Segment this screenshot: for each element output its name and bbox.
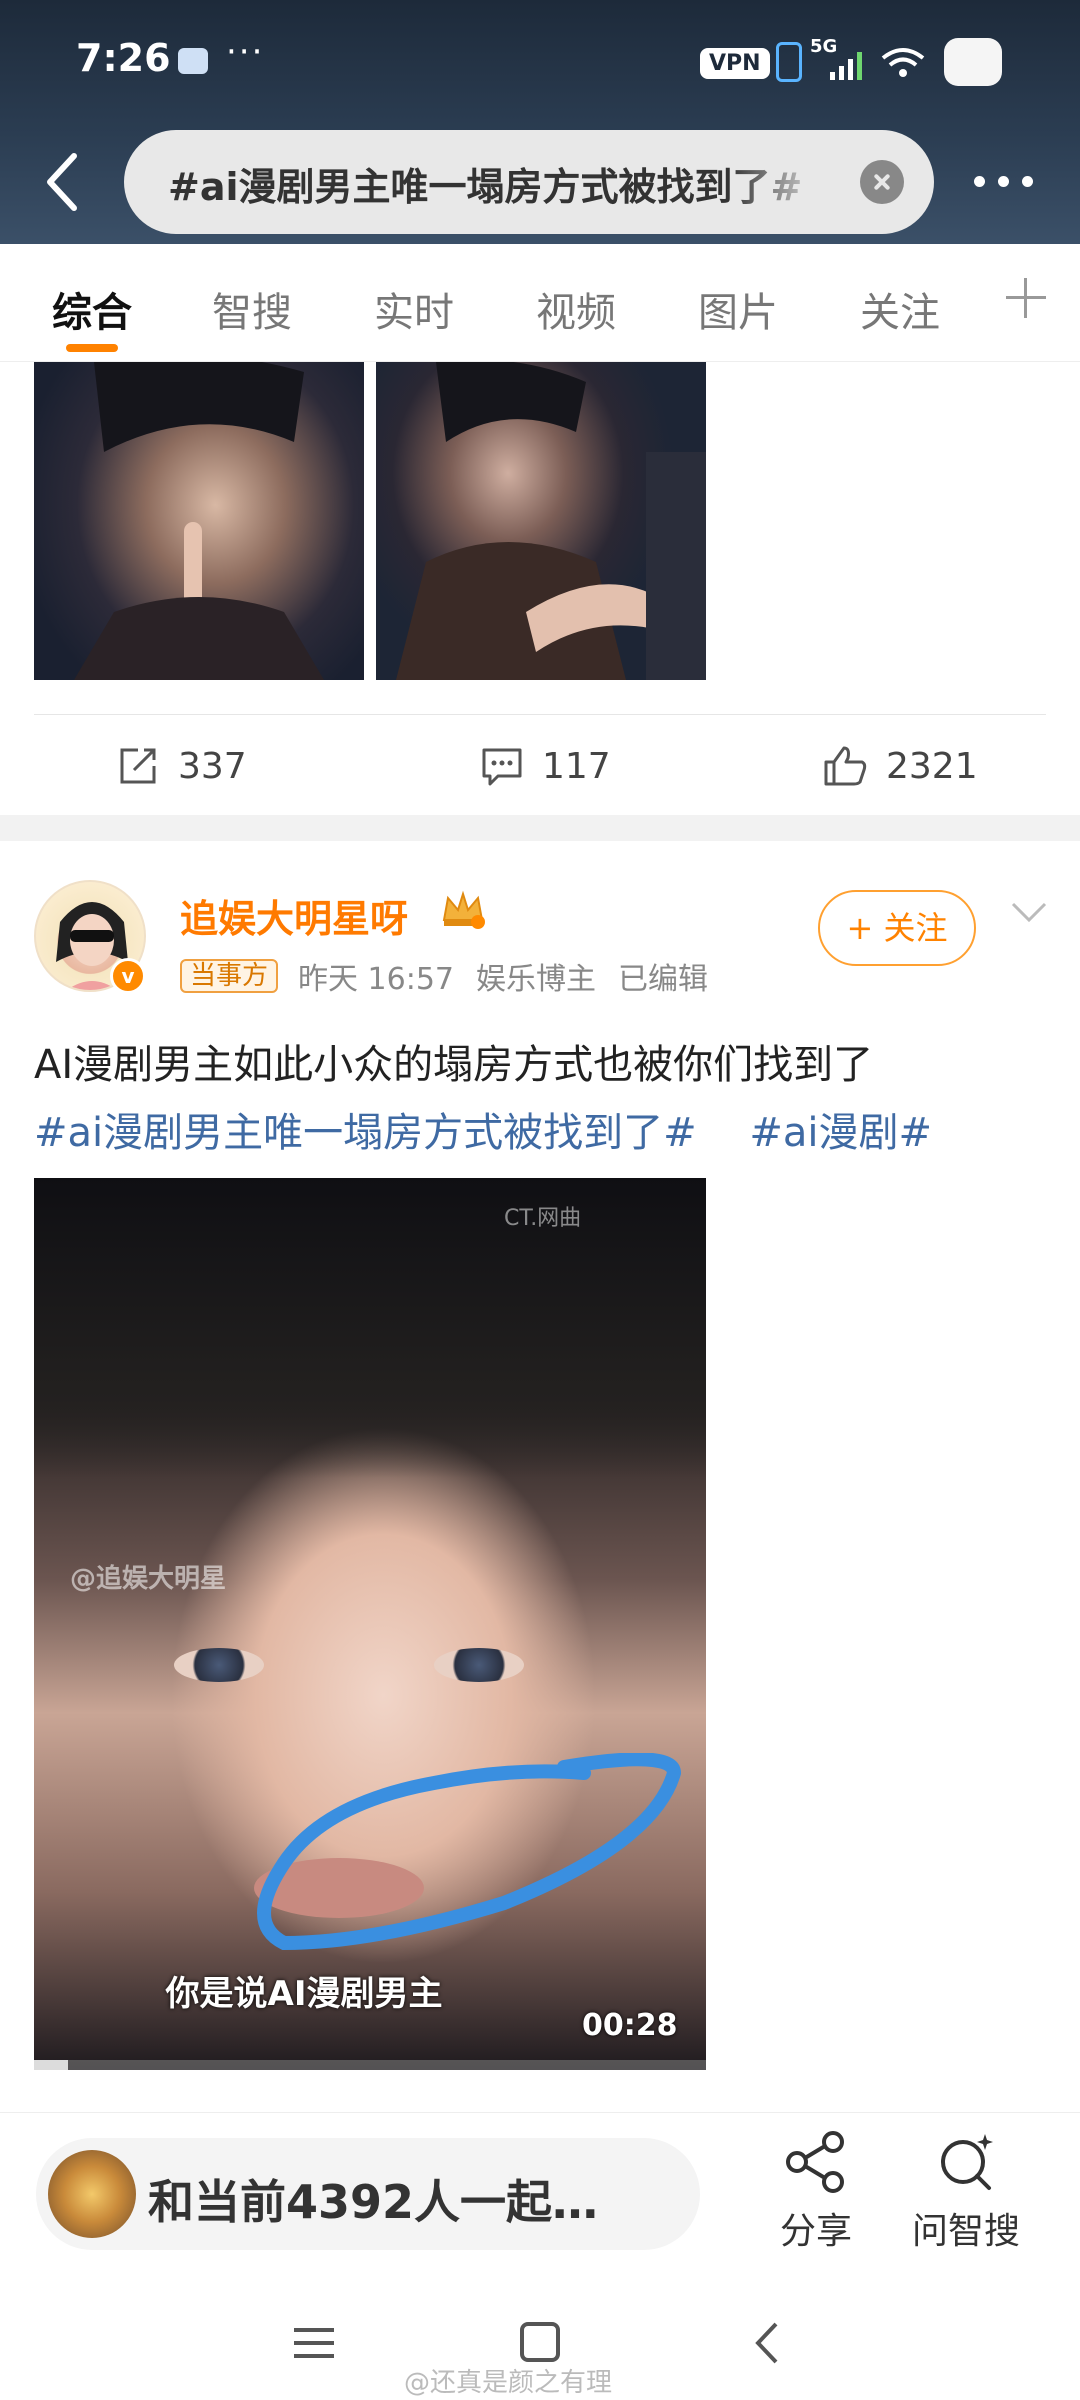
- share-button[interactable]: 分享: [736, 2130, 896, 2254]
- post-time: 昨天 16:57: [298, 962, 455, 997]
- video-watermark: CT.网曲: [504, 1206, 582, 1231]
- author-role: 娱乐博主: [476, 962, 597, 997]
- tab-pictures[interactable]: 图片: [698, 280, 778, 338]
- repost-button[interactable]: 337: [116, 741, 247, 791]
- post-text: AI漫剧男主如此小众的塌房方式也被你们找到了: [34, 1042, 874, 1088]
- video-frame-eye: [434, 1648, 524, 1682]
- edited-label: 已编辑: [618, 962, 709, 997]
- live-avatar: [48, 2150, 136, 2238]
- post-actions: 337 117 2321: [0, 715, 1080, 815]
- party-badge: 当事方: [180, 959, 279, 993]
- like-count: 2321: [886, 745, 978, 787]
- page-watermark: @还真是颜之有理: [404, 2368, 613, 2398]
- share-icon: [786, 2131, 844, 2193]
- tab-following[interactable]: 关注: [860, 280, 940, 338]
- hashtag-list: #ai漫剧男主唯一塌房方式被找到了# #ai漫剧#: [34, 1100, 972, 1158]
- status-time: 7:26: [76, 36, 171, 80]
- clear-search-icon[interactable]: [860, 160, 904, 204]
- tab-realtime[interactable]: 实时: [374, 280, 454, 338]
- search-query: #ai漫剧男主唯一塌房方式被找到了#: [168, 165, 803, 209]
- follow-button[interactable]: + 关注: [818, 890, 976, 966]
- phone-icon: [776, 42, 802, 82]
- like-button[interactable]: 2321: [822, 741, 978, 791]
- video-player[interactable]: CT.网曲 @追娱大明星 你是说AI漫剧男主 00:28: [34, 1178, 706, 2070]
- section-separator: [0, 815, 1080, 841]
- hashtag-link[interactable]: #ai漫剧#: [749, 1110, 932, 1156]
- active-tab-indicator: [66, 344, 118, 352]
- notification-icon: [178, 48, 208, 74]
- signal-icon: [830, 52, 862, 80]
- repost-count: 337: [178, 745, 247, 787]
- back-button[interactable]: [40, 150, 84, 214]
- more-notifications-icon: ···: [226, 32, 265, 72]
- comment-button[interactable]: 117: [480, 741, 611, 791]
- comment-count: 117: [542, 745, 611, 787]
- post-meta: 当事方 昨天 16:57 娱乐博主 已编辑: [180, 956, 730, 997]
- back-nav-icon[interactable]: [740, 2320, 796, 2366]
- post-image[interactable]: [34, 362, 364, 680]
- repost-icon: [120, 748, 156, 784]
- status-bar: 7:26 ··· VPN 5G: [0, 0, 1080, 120]
- video-frame-hair: [34, 1178, 706, 1478]
- verified-badge-icon: v: [110, 958, 146, 994]
- home-icon[interactable]: [512, 2320, 568, 2366]
- vpn-icon: VPN: [700, 48, 770, 79]
- live-discussion-label: 和当前4392人一起…: [148, 2175, 599, 2229]
- more-options-button[interactable]: [972, 160, 1036, 200]
- share-label: 分享: [779, 2211, 852, 2252]
- chevron-down-icon[interactable]: [1010, 900, 1048, 924]
- divider: [0, 2112, 1080, 2113]
- search-input[interactable]: #ai漫剧男主唯一塌房方式被找到了#: [124, 130, 934, 234]
- crown-icon: [442, 890, 485, 929]
- smart-search-icon: [941, 2134, 993, 2190]
- comment-icon: [482, 748, 522, 786]
- video-progress-bar[interactable]: [34, 2060, 706, 2070]
- video-subtitle: 你是说AI漫剧男主: [165, 1974, 443, 2014]
- search-tabs: 综合 智搜 实时 视频 图片 关注: [0, 244, 1080, 362]
- add-tab-icon[interactable]: [1006, 278, 1046, 318]
- video-duration: 00:28: [582, 2008, 678, 2043]
- battery-icon: [944, 38, 1002, 86]
- wifi-icon: [881, 48, 925, 77]
- ask-smart-search-label: 问智搜: [911, 2211, 1020, 2252]
- like-icon: [824, 746, 867, 786]
- username[interactable]: 追娱大明星呀: [180, 888, 408, 943]
- tab-smart-search[interactable]: 智搜: [212, 280, 292, 338]
- tab-video[interactable]: 视频: [536, 280, 616, 338]
- annotation-circle: [257, 1753, 682, 1951]
- video-progress-fill: [34, 2060, 68, 2070]
- ask-smart-search-button[interactable]: 问智搜: [886, 2130, 1046, 2254]
- menu-icon[interactable]: [286, 2320, 342, 2366]
- video-watermark: @追娱大明星: [70, 1564, 227, 1594]
- post-image[interactable]: [376, 362, 706, 680]
- tab-all[interactable]: 综合: [52, 280, 132, 338]
- video-frame-eye: [174, 1648, 264, 1682]
- live-discussion-button[interactable]: 和当前4392人一起…: [36, 2138, 700, 2250]
- hashtag-link[interactable]: #ai漫剧男主唯一塌房方式被找到了#: [34, 1110, 697, 1156]
